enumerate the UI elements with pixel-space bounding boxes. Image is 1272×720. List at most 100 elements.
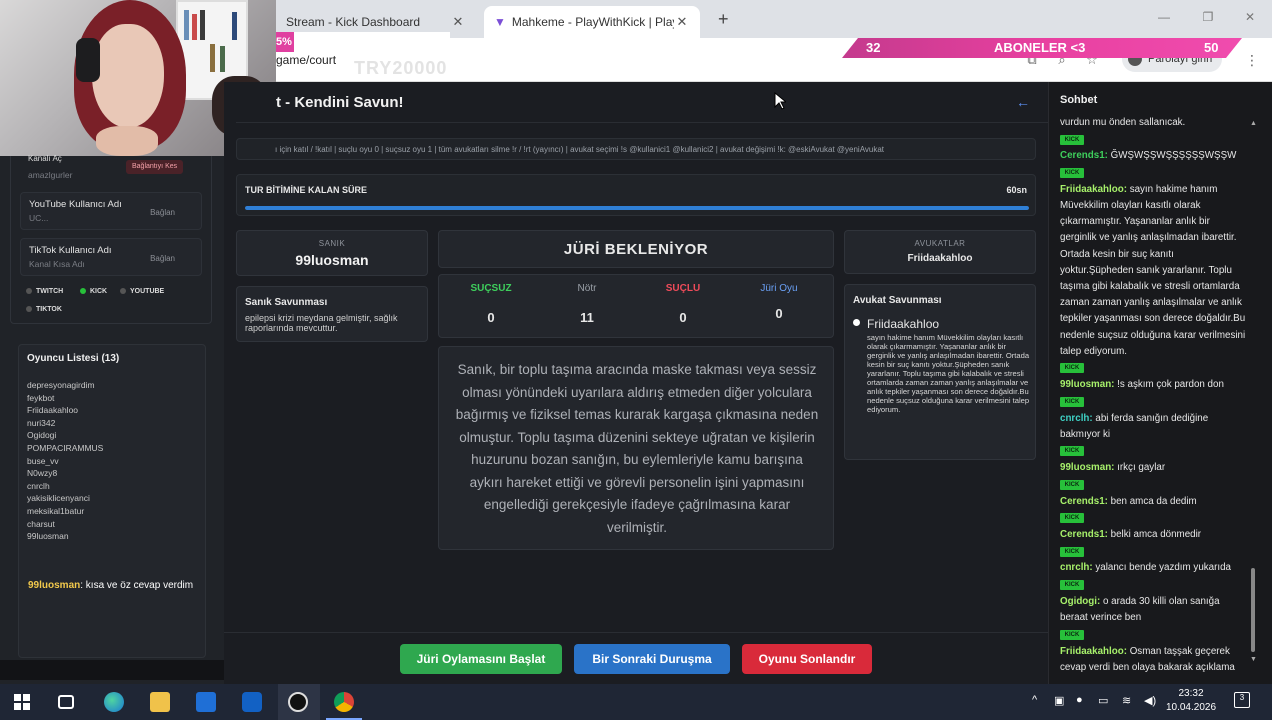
notification-icon[interactable]: 3 bbox=[1234, 692, 1250, 708]
chat-message: KICK Friidaakahloo: Osman taşşak geçerek … bbox=[1060, 627, 1248, 675]
tab-title: Stream - Kick Dashboard bbox=[286, 15, 421, 29]
player-list-title: Oyuncu Listesi (13) bbox=[27, 353, 120, 364]
vote-jury: Jüri Oyu 0 bbox=[731, 283, 827, 321]
url-text[interactable]: game/court bbox=[276, 53, 336, 67]
list-item: meksikal1batur bbox=[27, 505, 85, 516]
chat-username[interactable]: Ogidogi: bbox=[1060, 596, 1103, 607]
microphone-icon[interactable]: ● bbox=[1076, 694, 1083, 706]
platform-tiktok[interactable]: TIKTOK bbox=[26, 304, 62, 314]
battery-icon[interactable]: ▭ bbox=[1098, 694, 1108, 707]
start-jury-vote-button[interactable]: Jüri Oylamasını Başlat bbox=[400, 644, 562, 674]
obs-icon[interactable] bbox=[288, 692, 308, 712]
tab-mahkeme[interactable]: ▼ Mahkeme - PlayWithKick | Play ✕ bbox=[484, 6, 700, 38]
tab-title: Mahkeme - PlayWithKick | Play bbox=[511, 15, 674, 29]
chat-message: KICK Ogidogi: o arada 30 killi olan sanığ… bbox=[1060, 578, 1248, 627]
scroll-down-icon[interactable]: ▼ bbox=[1250, 656, 1257, 663]
new-tab-button[interactable]: + bbox=[708, 8, 730, 30]
disconnect-button[interactable]: Bağlantıyı Kes bbox=[126, 160, 184, 174]
mouse-cursor-icon bbox=[774, 92, 786, 110]
chat-username[interactable]: 99luosman: bbox=[1060, 462, 1117, 473]
platform-twitch[interactable]: TWITCH bbox=[26, 286, 63, 296]
chat-username[interactable]: Cerends1: bbox=[1060, 150, 1111, 161]
restore-icon[interactable]: ❐ bbox=[1198, 10, 1218, 24]
chat-username[interactable]: Cerends1: bbox=[1060, 496, 1111, 507]
vote-guilty: SUÇLU 0 bbox=[635, 283, 731, 325]
kick-badge-icon: KICK bbox=[1060, 363, 1084, 374]
platform-kick[interactable]: KICK bbox=[80, 286, 107, 296]
youtube-card[interactable]: YouTube Kullanıcı Adı UC... Bağlan bbox=[20, 192, 202, 230]
clock-date: 10.04.2026 bbox=[1165, 702, 1217, 713]
taskbar-clock[interactable]: 23:32 10.04.2026 bbox=[1164, 687, 1218, 715]
youtube-connect-button[interactable]: Bağlan bbox=[150, 208, 175, 217]
chat-scrollbar-thumb[interactable] bbox=[1251, 568, 1255, 652]
tray-chevron-icon[interactable]: ^ bbox=[1032, 694, 1037, 706]
chat-message: KICK 99luosman: ırkçı gaylar bbox=[1060, 444, 1248, 476]
sub-goal-current: 32 bbox=[866, 40, 881, 55]
headphone bbox=[76, 38, 100, 82]
windows-start-icon[interactable] bbox=[14, 694, 30, 710]
close-icon[interactable]: ✕ bbox=[674, 14, 690, 30]
platform-youtube[interactable]: YOUTUBE bbox=[120, 286, 164, 296]
vote-label: Jüri Oyu bbox=[760, 283, 798, 294]
list-item: N0wzy8 bbox=[27, 468, 58, 479]
tray-app-icon[interactable]: ▣ bbox=[1054, 694, 1064, 707]
kick-channel-label: Kanalı Aç bbox=[28, 154, 62, 163]
chat-text: !s aşkım çok pardon don bbox=[1117, 379, 1224, 391]
more-menu-icon[interactable]: ⋮ bbox=[1244, 52, 1260, 68]
minimize-icon[interactable]: — bbox=[1154, 10, 1174, 24]
list-item: yakisiklicenyanci bbox=[27, 493, 90, 504]
subscriber-goal-banner: 32 ABONELER <3 50 bbox=[842, 38, 1242, 58]
player-items: depresyonagirdim feykbot Friidaakahloo n… bbox=[27, 379, 103, 543]
outlook-icon[interactable] bbox=[242, 692, 262, 712]
chat-text: yalancı bende yazdım yukarıda bbox=[1095, 562, 1231, 574]
chat-username[interactable]: Friidaakahloo: bbox=[1060, 184, 1130, 195]
next-hearing-button[interactable]: Bir Sonraki Duruşma bbox=[574, 644, 730, 674]
back-arrow-icon[interactable]: ← bbox=[1016, 94, 1030, 110]
volume-icon[interactable]: ◀) bbox=[1144, 694, 1156, 707]
chat-messages: vurdun mu önden sallanıcak. KICK Cerends1:… bbox=[1060, 115, 1248, 675]
chat-username[interactable]: Friidaakahloo: bbox=[1060, 646, 1130, 657]
edge-browser-icon[interactable] bbox=[104, 692, 124, 712]
tiktok-title: TikTok Kullanıcı Adı bbox=[29, 245, 112, 256]
chat-username[interactable]: 99luosman: bbox=[1060, 379, 1117, 390]
chat-username[interactable]: Cerends1: bbox=[1060, 529, 1111, 540]
task-view-icon[interactable] bbox=[58, 695, 74, 709]
round-timer: TUR BİTİMİNE KALAN SÜRE 60sn bbox=[236, 174, 1036, 216]
kick-channel-sub: amazlgurler bbox=[28, 170, 73, 180]
list-item: buse_vv bbox=[27, 455, 59, 466]
list-item: cnrclh bbox=[27, 480, 50, 491]
chat-message: KICK cnrclh: abi ferda sanığın dediğine b… bbox=[1060, 394, 1248, 443]
divider bbox=[236, 122, 1048, 123]
ticker-user: 99luosman bbox=[28, 580, 81, 591]
chat-username[interactable]: cnrclh: bbox=[1060, 413, 1095, 424]
chat-text: ĞWŞWŞŞWŞŞŞŞŞŞWŞŞW bbox=[1110, 150, 1237, 162]
tiktok-connect-button[interactable]: Bağlan bbox=[150, 254, 175, 263]
lawyers-label: AVUKATLAR bbox=[914, 239, 966, 248]
lawyer-name: Friidaakahloo bbox=[867, 317, 940, 331]
chat-text: sayın hakime hanım Müvekkilim olayları k… bbox=[1060, 183, 1246, 357]
kick-badge-icon: KICK bbox=[1060, 546, 1084, 557]
chat-text: ben amca da dedim bbox=[1110, 495, 1197, 507]
file-explorer-icon[interactable] bbox=[150, 692, 170, 712]
kick-badge-icon: KICK bbox=[1060, 479, 1084, 490]
close-window-icon[interactable]: ✕ bbox=[1240, 10, 1260, 24]
kick-badge-icon: KICK bbox=[1060, 513, 1084, 524]
chrome-icon[interactable] bbox=[334, 692, 354, 712]
overlay-white-strip bbox=[294, 32, 450, 52]
lawyer-radio[interactable] bbox=[853, 319, 860, 326]
command-help-bar: ı için katıl / !katıl | suçlu oyu 0 | su… bbox=[236, 138, 1036, 160]
close-icon[interactable]: ✕ bbox=[450, 14, 466, 30]
indictment-card: Sanık, bir toplu taşıma aracında maske t… bbox=[438, 346, 834, 550]
end-game-button[interactable]: Oyunu Sonlandır bbox=[742, 644, 872, 674]
platform-label: KICK bbox=[90, 287, 108, 295]
lawyer-defense-text: sayın hakime hanım Müvekkilim olayları k… bbox=[867, 333, 1030, 414]
chat-username[interactable]: cnrclh: bbox=[1060, 562, 1095, 573]
settings-panel: amazlgurler YouTube Kullanıcı Adı UC... … bbox=[0, 82, 276, 684]
timer-value: 60sn bbox=[1006, 185, 1027, 195]
vote-neutral: Nötr 11 bbox=[539, 283, 635, 325]
tiktok-card[interactable]: TikTok Kullanıcı Adı Kanal Kısa Adı Bağl… bbox=[20, 238, 202, 276]
store-icon[interactable] bbox=[196, 692, 216, 712]
wifi-icon[interactable]: ≋ bbox=[1122, 694, 1131, 707]
youtube-sub: UC... bbox=[29, 213, 49, 223]
scroll-up-icon[interactable]: ▲ bbox=[1250, 120, 1257, 127]
